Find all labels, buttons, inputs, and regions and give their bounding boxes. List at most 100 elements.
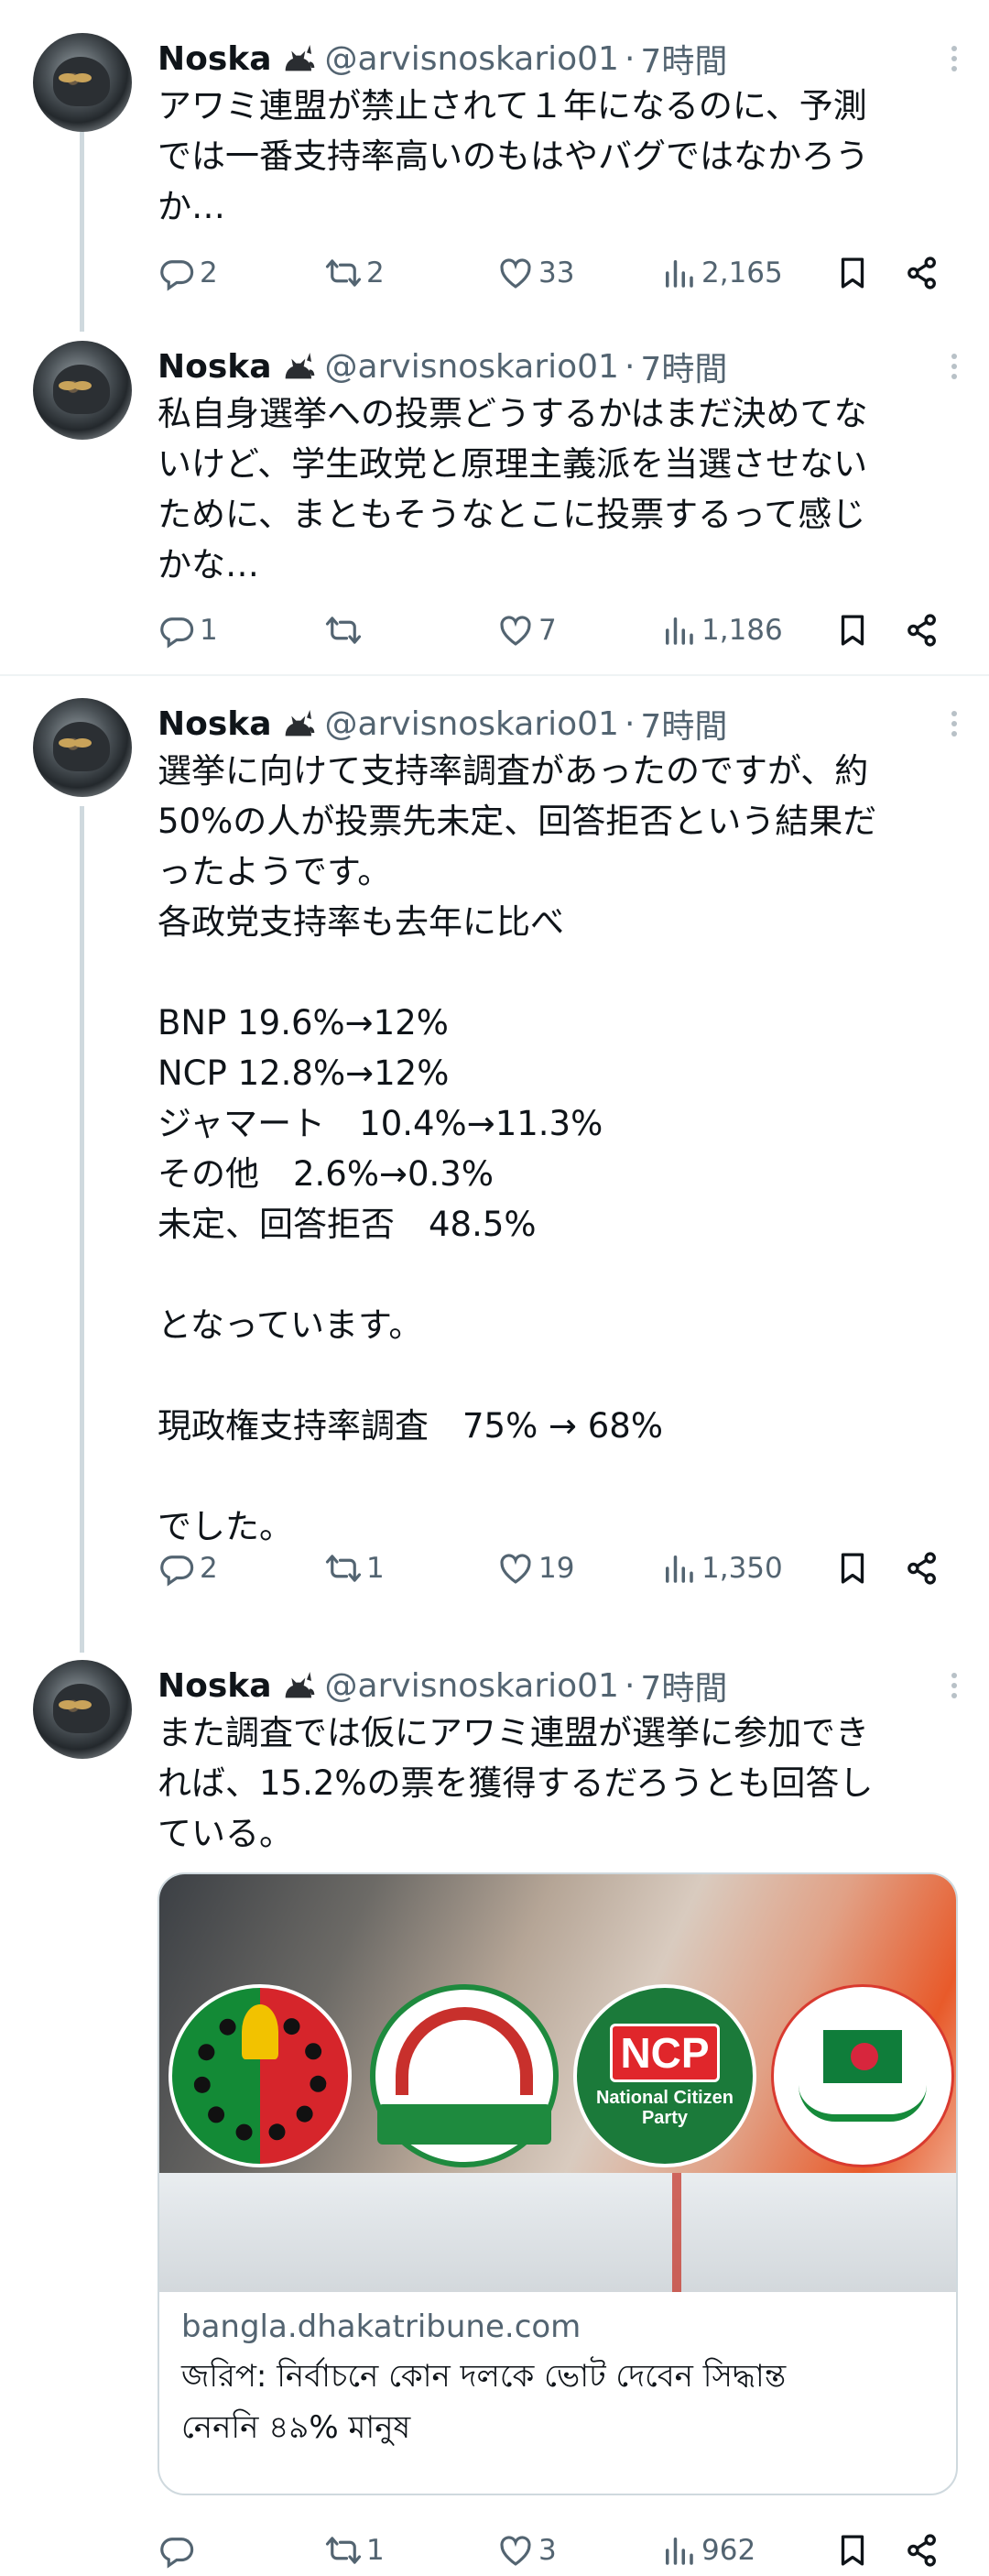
retweet-count: 1 — [366, 1552, 385, 1585]
cat-emoji-icon — [277, 1667, 318, 1704]
like-count: 19 — [538, 1552, 575, 1585]
avatar[interactable] — [33, 33, 132, 132]
retweet-icon — [324, 611, 363, 649]
jamaat-logo — [370, 1984, 559, 2167]
like-count: 33 — [538, 257, 575, 289]
bookmark-icon — [833, 611, 872, 649]
tweet-text: 私自身選挙への投票どうするかはまだ決めてな いけど、学生政党と原理主義派を当選さ… — [158, 394, 868, 584]
share-button[interactable] — [903, 606, 945, 654]
heart-icon — [496, 1549, 535, 1588]
tweet-1[interactable]: Noska @arvisnoskario01 · 7時間 アワミ連盟が禁止されて… — [0, 33, 989, 308]
reply-count: 1 — [200, 614, 218, 647]
author-name[interactable]: Noska — [158, 348, 272, 386]
thread-divider — [0, 674, 989, 676]
heart-icon — [496, 611, 535, 649]
timestamp[interactable]: 7時間 — [640, 35, 727, 82]
like-button[interactable]: 33 — [496, 249, 574, 297]
bookmark-icon — [833, 254, 872, 292]
author-handle[interactable]: @arvisnoskario01 — [325, 705, 619, 743]
separator: · — [624, 39, 636, 78]
share-button[interactable] — [903, 1545, 945, 1592]
share-button[interactable] — [903, 2527, 945, 2574]
share-icon — [903, 1549, 941, 1588]
like-button[interactable]: 19 — [496, 1545, 574, 1592]
retweet-count: 2 — [366, 257, 385, 289]
reply-icon — [158, 611, 196, 649]
tweet-header: Noska @arvisnoskario01 · 7時間 — [158, 33, 727, 84]
retweet-button[interactable]: 2 — [324, 249, 385, 297]
avatar[interactable] — [33, 341, 132, 440]
cat-emoji-icon — [277, 348, 318, 385]
avatar[interactable] — [33, 1660, 132, 1759]
like-count: 3 — [538, 2534, 557, 2567]
heart-icon — [496, 2531, 535, 2570]
retweet-icon — [324, 2531, 363, 2570]
retweet-icon — [324, 1549, 363, 1588]
like-button[interactable]: 3 — [496, 2527, 557, 2574]
avatar[interactable] — [33, 698, 132, 797]
views-icon — [659, 254, 698, 292]
retweet-button[interactable]: 1 — [324, 1545, 385, 1592]
view-count: 962 — [701, 2534, 756, 2567]
cat-emoji-icon — [277, 705, 318, 742]
bookmark-icon — [833, 1549, 872, 1588]
share-icon — [903, 2531, 941, 2570]
view-count: 1,350 — [701, 1552, 783, 1585]
link-card[interactable]: NCP National Citizen Party bangla.dhakat… — [158, 1872, 958, 2495]
reply-button[interactable]: 2 — [158, 249, 218, 297]
bookmark-button[interactable] — [833, 1545, 875, 1592]
author-handle[interactable]: @arvisnoskario01 — [325, 1667, 619, 1705]
reply-count: 2 — [200, 1552, 218, 1585]
more-icon[interactable] — [936, 705, 973, 742]
views-icon — [659, 611, 698, 649]
more-icon[interactable] — [936, 40, 973, 77]
author-handle[interactable]: @arvisnoskario01 — [325, 348, 619, 386]
reply-button[interactable]: 2 — [158, 1545, 218, 1592]
reply-button[interactable]: 1 — [158, 606, 218, 654]
action-bar: 1 3 962 — [158, 2527, 963, 2574]
tweet-3[interactable]: Noska @arvisnoskario01 · 7時間 選挙に向けて支持率調査… — [0, 698, 989, 1614]
retweet-button[interactable]: 1 — [324, 2527, 385, 2574]
tweet-header: Noska @arvisnoskario01 · 7時間 — [158, 698, 727, 749]
link-card-image: NCP National Citizen Party — [159, 1874, 956, 2292]
bookmark-button[interactable] — [833, 249, 875, 297]
bookmark-button[interactable] — [833, 606, 875, 654]
timestamp[interactable]: 7時間 — [640, 1662, 727, 1709]
views-button[interactable]: 962 — [659, 2527, 755, 2574]
bnp-logo — [168, 1984, 352, 2167]
retweet-button[interactable] — [324, 606, 366, 654]
separator: · — [624, 704, 636, 743]
retweet-count: 1 — [366, 2534, 385, 2567]
retweet-icon — [324, 254, 363, 292]
reply-icon — [158, 1549, 196, 1588]
reply-icon — [158, 2531, 196, 2570]
views-button[interactable]: 1,350 — [659, 1545, 783, 1592]
more-icon[interactable] — [936, 348, 973, 385]
author-name[interactable]: Noska — [158, 40, 272, 78]
tweet-4[interactable]: Noska @arvisnoskario01 · 7時間 また調査では仮にアワミ… — [0, 1660, 989, 2576]
awami-league-logo — [771, 1984, 954, 2167]
more-icon[interactable] — [936, 1667, 973, 1704]
timestamp[interactable]: 7時間 — [640, 700, 727, 748]
views-button[interactable]: 2,165 — [659, 249, 783, 297]
share-button[interactable] — [903, 249, 945, 297]
share-icon — [903, 254, 941, 292]
ncp-logo-abbr: NCP — [610, 2024, 720, 2082]
reply-count: 2 — [200, 257, 218, 289]
timestamp[interactable]: 7時間 — [640, 343, 727, 390]
ncp-logo: NCP National Citizen Party — [573, 1984, 756, 2167]
author-name[interactable]: Noska — [158, 1667, 272, 1705]
action-bar: 1 7 1,186 — [158, 606, 963, 654]
view-count: 1,186 — [701, 614, 783, 647]
cat-emoji-icon — [277, 40, 318, 77]
author-handle[interactable]: @arvisnoskario01 — [325, 40, 619, 78]
tweet-2[interactable]: Noska @arvisnoskario01 · 7時間 私自身選挙への投票どう… — [0, 341, 989, 652]
bookmark-button[interactable] — [833, 2527, 875, 2574]
reply-button[interactable] — [158, 2527, 200, 2574]
like-button[interactable]: 7 — [496, 606, 557, 654]
link-card-title: জরিপ: নির্বাচনে কোন দলকে ভোট দেবেন সিদ্ধ… — [181, 2358, 787, 2446]
view-count: 2,165 — [701, 257, 783, 289]
views-button[interactable]: 1,186 — [659, 606, 783, 654]
separator: · — [624, 1666, 636, 1705]
author-name[interactable]: Noska — [158, 705, 272, 743]
